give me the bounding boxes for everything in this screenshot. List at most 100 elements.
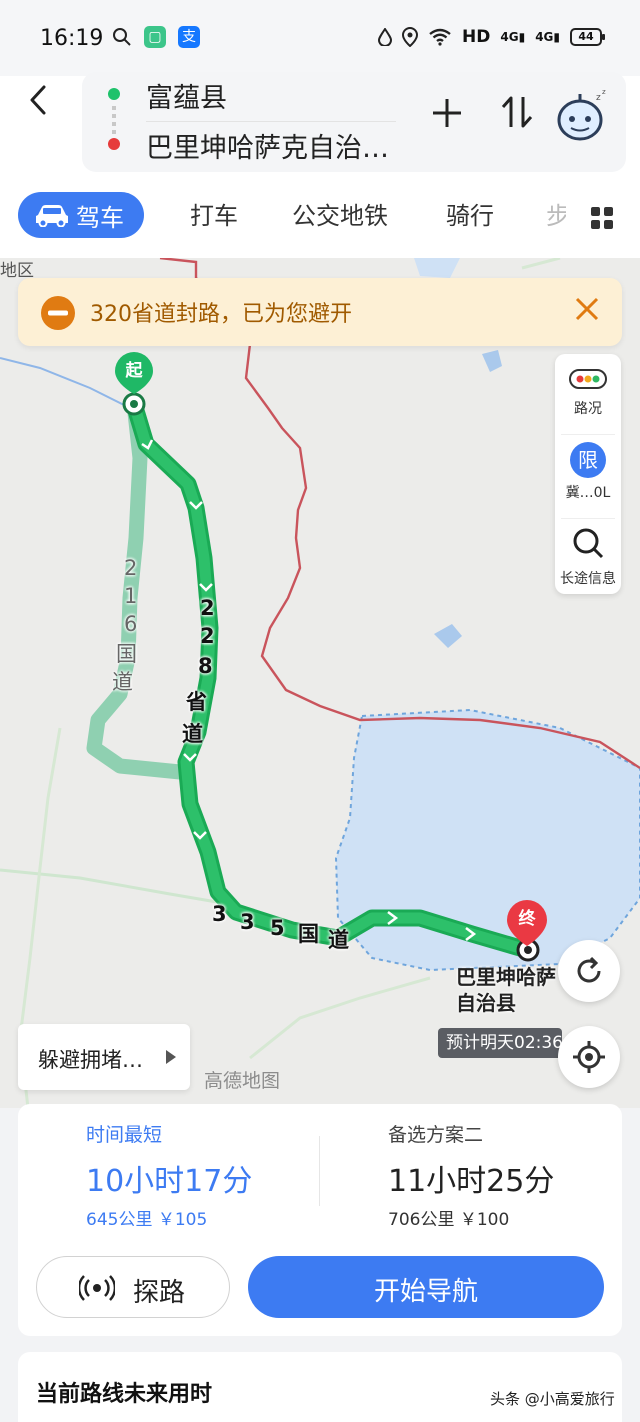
start-marker[interactable]: 起 [113,350,155,408]
route-header: 富蕴县 巴里坤哈萨克自治… zz 驾车 打车 公交地铁 骑行 步 [0,72,640,258]
minus-circle-icon [41,296,75,330]
coast-blue [0,357,131,409]
road-216-char-5: 道 [112,670,133,694]
road-228-char-5: 道 [182,722,203,746]
hd-indicator: HD [462,27,491,47]
broadcast-icon [79,1275,115,1301]
panel-divider-1 [561,434,615,435]
traffic-light-icon [569,369,607,389]
tab-taxi[interactable]: 打车 [190,196,238,231]
tab-transit[interactable]: 公交地铁 [292,196,388,231]
restriction-toggle[interactable]: 限 冀…0L [555,442,621,502]
route-options-card: 时间最短 10小时17分 645公里 ￥105 备选方案二 11小时25分 70… [18,1104,622,1336]
end-marker[interactable]: 终 [505,898,549,960]
road-228-char-3: 8 [198,654,213,678]
drop-icon [378,28,393,46]
start-location-field[interactable]: 富蕴县 [146,76,227,115]
locate-button[interactable] [558,1026,620,1088]
road-335-char-5: 道 [328,928,349,952]
end-point-dot [108,138,120,150]
road-216-char-3: 6 [124,612,138,636]
explore-route-label: 探路 [133,1278,186,1308]
end-location-field[interactable]: 巴里坤哈萨克自治… [146,126,389,165]
future-duration-card[interactable]: 当前路线未来用时 [18,1352,622,1422]
tab-driving[interactable]: 驾车 [18,192,144,238]
traffic-toggle[interactable]: 路况 [555,368,621,418]
lake-top [414,258,460,278]
future-duration-title: 当前路线未来用时 [36,1382,213,1407]
option-meta: 706公里 ￥100 [388,1210,510,1230]
start-marker-label: 起 [125,361,143,381]
tab-walking[interactable]: 步 [546,196,566,231]
road-faint-4 [521,258,561,270]
option-tag: 时间最短 [86,1124,163,1146]
road-335-char-4: 国 [298,922,319,946]
option-tag: 备选方案二 [388,1124,484,1146]
wifi-icon [429,28,451,46]
close-icon[interactable] [574,296,600,322]
road-335-char-1: 3 [212,902,227,926]
status-time: 16:19 [40,26,104,51]
add-waypoint-button[interactable] [430,96,464,130]
road-216-char-2: 1 [124,584,138,608]
end-marker-label: 终 [518,909,536,929]
road-228-char-2: 2 [200,624,215,648]
back-arrow-icon [30,85,46,115]
search-icon [113,28,131,46]
start-navigation-label: 开始导航 [373,1277,478,1307]
options-divider [319,1136,320,1206]
long-trip-info[interactable]: 长途信息 [555,526,621,588]
option-meta: 645公里 ￥105 [86,1210,208,1230]
refresh-button[interactable] [558,940,620,1002]
signal-1-icon: 4G▮ [500,29,526,44]
status-left-icons: ▢ 支 [112,26,200,48]
option-duration: 10小时17分 [86,1164,253,1199]
amap-logo: 高德地图 [204,1070,281,1092]
status-bar: 16:19 ▢ 支 HD 4G▮ 4G▮ 44 [0,0,640,76]
svg-text:z: z [602,88,606,96]
refresh-icon [577,956,601,983]
battery-icon: 44 [570,28,605,46]
road-216-char-1: 2 [124,556,138,580]
status-right-icons: HD 4G▮ 4G▮ 44 [378,27,605,47]
route-endpoints: 富蕴县 巴里坤哈萨克自治… zz [82,72,626,172]
swap-endpoints-button[interactable] [500,94,534,130]
panel-divider-2 [561,518,615,519]
traffic-label: 路况 [574,401,602,417]
route-map[interactable]: 地区 2 2 8 省 道 2 1 6 国 道 3 3 5 国 道 起 终 巴里坤… [0,258,640,1108]
pond-2 [482,350,502,372]
assistant-mascot-icon[interactable]: zz [556,88,612,144]
road-228-char-4: 省 [186,690,207,714]
watermark: 头条 @小高爱旅行 [490,1390,615,1408]
road-216-char-4: 国 [116,642,137,666]
destination-label: 巴里坤哈萨 自治县 [456,965,556,1015]
search-icon [573,528,604,559]
avoid-congestion-label: 躲避拥堵… [38,1048,143,1072]
road-335-char-3: 5 [270,916,285,940]
restriction-label: 冀…0L [565,485,611,501]
road-closure-alert: 320省道封路，已为您避开 [18,278,622,346]
car-icon [36,205,68,227]
alipay-app-icon: 支 [178,26,200,48]
alert-text: 320省道封路，已为您避开 [90,302,352,327]
road-faint-3 [249,976,431,1060]
signal-2-icon: 4G▮ [535,29,560,44]
long-trip-label: 长途信息 [560,571,616,587]
more-modes-grid-icon[interactable] [590,206,614,230]
start-navigation-button[interactable]: 开始导航 [248,1256,604,1318]
route-dotted-line [112,106,116,134]
map-tools-panel: 路况 限 冀…0L 长途信息 [555,354,621,594]
travel-mode-tabs: 驾车 打车 公交地铁 骑行 步 [0,190,640,242]
play-triangle-icon [166,1050,176,1064]
back-button[interactable] [20,76,60,124]
avoid-congestion-button[interactable]: 躲避拥堵… [18,1024,190,1090]
tab-cycling[interactable]: 骑行 [446,196,494,231]
eta-tag: 预计明天02:36到达 [438,1028,562,1058]
pond [434,624,462,648]
restriction-badge-icon: 限 [570,442,606,478]
svg-text:z: z [596,93,601,103]
option-duration: 11小时25分 [388,1164,555,1199]
route-divider [146,121,396,122]
explore-route-button[interactable]: 探路 [36,1256,230,1318]
crosshair-icon [573,1041,605,1073]
